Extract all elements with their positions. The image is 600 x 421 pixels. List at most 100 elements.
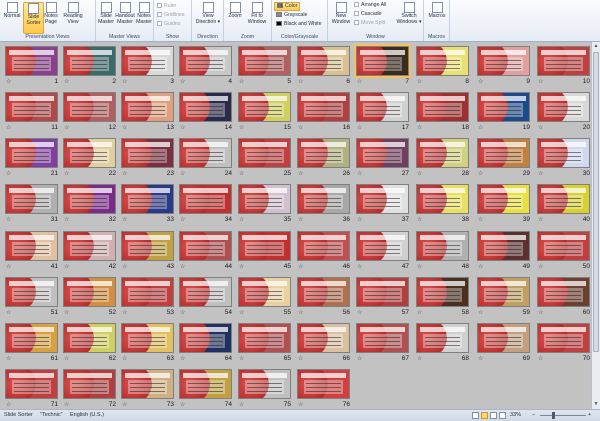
slide-thumbnail[interactable]	[477, 231, 530, 261]
slide-thumbnail[interactable]	[416, 277, 469, 307]
transition-star-icon[interactable]: ☆	[478, 355, 483, 362]
transition-star-icon[interactable]: ☆	[478, 216, 483, 223]
guides-checkbox[interactable]: Guides	[157, 21, 180, 28]
slide-thumbnail[interactable]	[121, 138, 174, 168]
slide-thumbnail[interactable]	[356, 92, 409, 122]
slide-thumbnail[interactable]	[238, 46, 291, 76]
slide-thumbnail[interactable]	[297, 138, 350, 168]
grayscale-button[interactable]: Grayscale	[276, 12, 307, 19]
transition-star-icon[interactable]: ☆	[122, 263, 127, 270]
fit-to-window-button[interactable]: Fit to Window	[244, 2, 270, 25]
slide-thumbnail[interactable]	[179, 92, 232, 122]
slide-thumbnail[interactable]	[416, 184, 469, 214]
transition-star-icon[interactable]: ☆	[180, 170, 185, 177]
slide-thumbnail[interactable]	[356, 323, 409, 353]
slide-thumbnail[interactable]	[297, 369, 350, 399]
notes-master-button[interactable]: Notes Master	[135, 2, 153, 25]
transition-star-icon[interactable]: ☆	[122, 216, 127, 223]
transition-star-icon[interactable]: ☆	[180, 78, 185, 85]
scroll-up-icon[interactable]: ▲	[593, 43, 599, 50]
slide-thumbnail[interactable]	[121, 184, 174, 214]
slide-thumbnail[interactable]	[63, 369, 116, 399]
slide-thumbnail[interactable]	[63, 323, 116, 353]
transition-star-icon[interactable]: ☆	[478, 170, 483, 177]
slide-sorter-pane[interactable]: ☆ 1 ☆ 2 ☆ 3 ☆ 4 ☆ 5 ☆ 6 ☆ 7 ☆ 8 ☆ 9 ☆ 10 ☆ 11 ☆ 12 ☆ 13 ☆ 14 ☆ 15 ☆ 16 ☆…	[0, 42, 591, 409]
slide-thumbnail[interactable]	[477, 46, 530, 76]
transition-star-icon[interactable]: ☆	[64, 263, 69, 270]
slide-thumbnail[interactable]	[5, 138, 58, 168]
move-split-button[interactable]: Move Split	[354, 20, 385, 27]
transition-star-icon[interactable]: ☆	[239, 355, 244, 362]
slide-thumbnail[interactable]	[356, 138, 409, 168]
transition-star-icon[interactable]: ☆	[538, 170, 543, 177]
transition-star-icon[interactable]: ☆	[6, 170, 11, 177]
slide-thumbnail[interactable]	[297, 323, 350, 353]
zoom-out-button[interactable]: −	[532, 412, 535, 418]
slide-thumbnail[interactable]	[537, 323, 590, 353]
transition-star-icon[interactable]: ☆	[298, 355, 303, 362]
slide-thumbnail[interactable]	[297, 92, 350, 122]
transition-star-icon[interactable]: ☆	[417, 263, 422, 270]
transition-star-icon[interactable]: ☆	[239, 401, 244, 408]
slide-thumbnail[interactable]	[537, 46, 590, 76]
slide-thumbnail[interactable]	[537, 231, 590, 261]
slide-thumbnail[interactable]	[63, 277, 116, 307]
transition-star-icon[interactable]: ☆	[6, 263, 11, 270]
slide-thumbnail[interactable]	[416, 231, 469, 261]
transition-star-icon[interactable]: ☆	[298, 78, 303, 85]
slide-thumbnail[interactable]	[179, 277, 232, 307]
slide-thumbnail[interactable]	[179, 184, 232, 214]
slide-master-button[interactable]: Slide Master	[97, 2, 115, 25]
slide-thumbnail[interactable]	[179, 138, 232, 168]
slide-thumbnail[interactable]	[477, 138, 530, 168]
transition-star-icon[interactable]: ☆	[239, 78, 244, 85]
transition-star-icon[interactable]: ☆	[478, 309, 483, 316]
transition-star-icon[interactable]: ☆	[180, 263, 185, 270]
reading-view-button[interactable]: Reading View	[60, 2, 86, 32]
zoom-percent[interactable]: 33%	[510, 412, 521, 418]
transition-star-icon[interactable]: ☆	[239, 124, 244, 131]
normal-view-status-icon[interactable]	[472, 412, 479, 419]
zoom-slider-knob[interactable]	[552, 412, 555, 419]
zoom-in-button[interactable]: +	[588, 412, 591, 418]
slide-sorter-button[interactable]: Slide Sorter	[23, 2, 44, 34]
slide-thumbnail[interactable]	[297, 231, 350, 261]
slide-thumbnail[interactable]	[121, 46, 174, 76]
transition-star-icon[interactable]: ☆	[538, 216, 543, 223]
transition-star-icon[interactable]: ☆	[64, 401, 69, 408]
slide-thumbnail[interactable]	[416, 323, 469, 353]
switch-windows-button[interactable]: Switch Windows ▾	[396, 2, 422, 25]
scroll-down-icon[interactable]: ▼	[593, 401, 599, 408]
slide-thumbnail[interactable]	[356, 231, 409, 261]
transition-star-icon[interactable]: ☆	[64, 216, 69, 223]
slide-thumbnail[interactable]	[179, 323, 232, 353]
transition-star-icon[interactable]: ☆	[180, 216, 185, 223]
transition-star-icon[interactable]: ☆	[538, 263, 543, 270]
reading-view-status-icon[interactable]	[490, 412, 497, 419]
transition-star-icon[interactable]: ☆	[298, 124, 303, 131]
slide-thumbnail[interactable]	[416, 46, 469, 76]
transition-star-icon[interactable]: ☆	[122, 355, 127, 362]
vertical-scrollbar[interactable]: ▲ ▼	[591, 42, 600, 409]
transition-star-icon[interactable]: ☆	[357, 78, 362, 85]
arrange-all-button[interactable]: Arrange All	[354, 2, 386, 9]
transition-star-icon[interactable]: ☆	[298, 170, 303, 177]
status-language[interactable]: English (U.S.)	[70, 412, 104, 418]
zoom-slider-track[interactable]	[540, 415, 586, 416]
transition-star-icon[interactable]: ☆	[239, 309, 244, 316]
transition-star-icon[interactable]: ☆	[417, 170, 422, 177]
slide-thumbnail[interactable]	[121, 92, 174, 122]
slide-thumbnail[interactable]	[5, 92, 58, 122]
slide-thumbnail[interactable]	[477, 92, 530, 122]
slide-thumbnail[interactable]	[5, 277, 58, 307]
slide-thumbnail[interactable]	[297, 46, 350, 76]
transition-star-icon[interactable]: ☆	[6, 355, 11, 362]
transition-star-icon[interactable]: ☆	[417, 309, 422, 316]
slide-thumbnail[interactable]	[121, 277, 174, 307]
transition-star-icon[interactable]: ☆	[239, 263, 244, 270]
slide-thumbnail[interactable]	[5, 369, 58, 399]
slide-thumbnail[interactable]	[354, 44, 411, 78]
color-button[interactable]: Color	[274, 2, 301, 11]
notes-page-button[interactable]: Notes Page	[43, 2, 59, 32]
transition-star-icon[interactable]: ☆	[180, 309, 185, 316]
